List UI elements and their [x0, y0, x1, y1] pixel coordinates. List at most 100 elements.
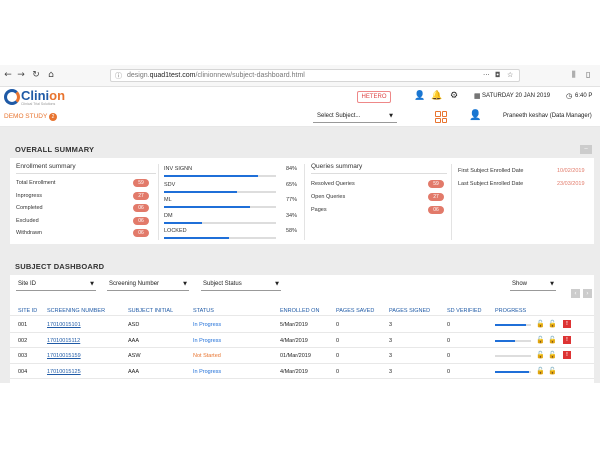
home-icon[interactable]: ⌂: [45, 69, 57, 81]
progress-bar: [495, 370, 531, 373]
screening-number-link[interactable]: 17010015101: [47, 322, 81, 328]
overall-summary-panel: Enrollment summary Total Enrollment 59 Inp…: [10, 158, 594, 244]
progress-bar: [495, 339, 531, 342]
chevron-down-icon: ▼: [275, 281, 279, 287]
gear-icon[interactable]: ⚙: [450, 91, 458, 101]
header-date: SATURDAY 20 JAN 2019: [482, 93, 551, 99]
divider: [311, 173, 447, 174]
bell-icon[interactable]: 🔔: [431, 91, 442, 101]
bookmark-star-icon[interactable]: ☆: [507, 71, 513, 79]
alert-flag-icon[interactable]: !: [563, 351, 571, 359]
enrolled-date-label: Last Subject Enrolled Date: [458, 181, 524, 187]
completion-bar-fill: [164, 206, 251, 208]
lock-icon[interactable]: 🔓: [536, 320, 545, 328]
library-icon[interactable]: ⫼: [572, 70, 576, 80]
alert-flag-icon[interactable]: !: [563, 335, 571, 344]
completion-percent: 77%: [285, 197, 297, 203]
column-header: ENROLLED ON: [280, 308, 320, 314]
next-page-button[interactable]: ›: [583, 289, 592, 298]
url-bar[interactable]: ⓘ design.quad1test.com/clinionnew/subjec…: [110, 69, 520, 82]
status-cell: In Progress: [193, 368, 222, 375]
lock-icon[interactable]: 🔓: [548, 351, 557, 359]
sidebar-icon[interactable]: ▯: [586, 70, 590, 79]
subject-status-filter[interactable]: Subject Status ▼: [201, 279, 281, 291]
table-row[interactable]: 001 17010015101 ASD In Progress 5/Mar/2019 0 3…: [10, 317, 594, 333]
enrollment-label: Inprogress: [16, 192, 42, 199]
lock-icon[interactable]: 🔓: [536, 367, 545, 375]
queries-heading: Queries summary: [311, 163, 363, 170]
pocket-icon[interactable]: ◘: [495, 71, 501, 79]
divider: [10, 315, 594, 316]
screening-number-link[interactable]: 17010015112: [47, 338, 80, 344]
sd-verified-cell: 0: [447, 368, 451, 375]
more-icon[interactable]: ···: [483, 71, 490, 79]
prev-page-button[interactable]: ‹: [571, 289, 580, 298]
lock-icon[interactable]: 🔓: [536, 351, 545, 359]
sd-verified-cell: 0: [447, 337, 451, 344]
show-filter[interactable]: Show ▼: [510, 279, 556, 291]
back-icon[interactable]: ←: [2, 69, 14, 81]
enrollment-count-badge: 06: [133, 216, 149, 225]
hetero-button[interactable]: HETERO: [357, 91, 391, 103]
enrolled-date-label: First Subject Enrolled Date: [458, 168, 524, 174]
completion-bar-fill: [164, 190, 237, 193]
pages-signed-cell: 3: [389, 353, 393, 359]
divider: [158, 164, 159, 240]
screening-number-filter[interactable]: Screening Number ▼: [107, 279, 189, 291]
screening-number-link[interactable]: 17010015125: [47, 369, 81, 375]
grid-view-icon[interactable]: [435, 111, 447, 123]
user-icon[interactable]: 👤: [414, 91, 425, 101]
progress-bar-fill: [495, 339, 515, 342]
enrollment-count-badge: 06: [133, 204, 149, 212]
column-header: STATUS: [193, 308, 214, 314]
column-header: PAGES SIGNED: [389, 308, 431, 314]
header-time: 6:40 P: [575, 93, 593, 99]
completion-bar: [164, 221, 276, 224]
screening-number-link[interactable]: 17010015159: [47, 353, 81, 359]
user-settings-icon[interactable]: 👤: [469, 110, 481, 121]
alert-flag-icon[interactable]: !: [563, 320, 571, 328]
subject-select[interactable]: Select Subject... ▼: [313, 111, 397, 123]
lock-icon[interactable]: 🔓: [548, 367, 557, 375]
subject-initial-cell: ASW: [128, 353, 141, 359]
completion-label: ML: [164, 197, 172, 203]
chevron-down-icon: ▼: [550, 281, 554, 287]
enrollment-label: Withdrawn: [16, 230, 42, 236]
column-header: SCREENING NUMBER: [47, 308, 106, 314]
site-id-cell: 001: [18, 322, 28, 328]
clinion-logo[interactable]: Clinion Clinical Trial Solutions: [4, 88, 74, 108]
enrollment-count-badge: 06: [133, 229, 149, 237]
enrollment-label: Completed: [16, 205, 43, 211]
pages-signed-cell: 3: [389, 322, 393, 328]
column-header: PROGRESS: [495, 308, 527, 314]
forward-icon[interactable]: →: [15, 69, 27, 81]
table-row[interactable]: 002 17010015112 AAA In Progress 4/Mar/2019 0 3…: [10, 333, 594, 348]
table-row[interactable]: 004 17010015125 AAA In Progress 4/Mar/2019 0 3…: [10, 364, 594, 379]
info-icon[interactable]: ⓘ: [115, 71, 122, 81]
status-cell: In Progress: [193, 322, 222, 328]
lock-icon[interactable]: 🔓: [548, 320, 557, 328]
completion-bar-fill: [164, 237, 229, 239]
enrolled-on-cell: 4/Mar/2019: [280, 368, 308, 375]
lock-icon[interactable]: 🔓: [536, 336, 545, 344]
completion-label: LOCKED: [164, 228, 187, 234]
completion-label: INV SIGNN: [164, 166, 193, 172]
url-text: design.quad1test.com/clinionnew/subject-…: [127, 72, 305, 79]
pages-saved-cell: 0: [336, 337, 340, 344]
pages-signed-cell: 3: [389, 337, 393, 344]
sd-verified-cell: 0: [447, 322, 451, 328]
site-id-filter[interactable]: Site ID ▼: [16, 279, 96, 291]
app-header: Clinion Clinical Trial Solutions HETERO …: [0, 87, 600, 109]
subject-dashboard-panel: Site ID ▼ Screening Number ▼ Subject Sta…: [10, 275, 594, 383]
subject-dashboard-title: SUBJECT DASHBOARD: [15, 262, 105, 271]
completion-percent: 65%: [285, 181, 297, 188]
column-header: SITE ID: [18, 308, 38, 314]
completion-percent: 34%: [285, 212, 297, 219]
reload-icon[interactable]: ↻: [30, 69, 42, 81]
table-row[interactable]: 003 17010015159 ASW Not Started 01/Mar/2019 0…: [10, 348, 594, 364]
completion-bar: [164, 175, 276, 177]
lock-icon[interactable]: 🔓: [548, 336, 557, 344]
logo-text: Clinion: [21, 88, 66, 103]
study-name[interactable]: DEMO STUDY: [4, 113, 47, 120]
collapse-button[interactable]: –: [580, 145, 592, 154]
